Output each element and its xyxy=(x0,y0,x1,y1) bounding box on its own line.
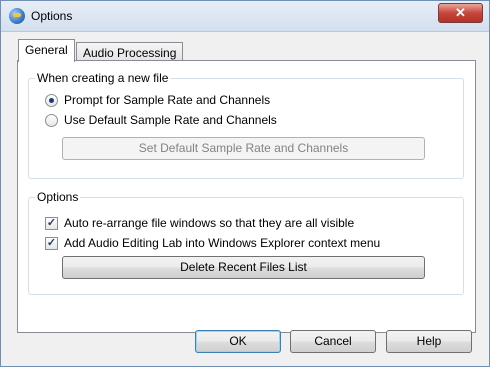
new-file-group: When creating a new file Prompt for Samp… xyxy=(28,71,464,179)
new-file-group-label: When creating a new file xyxy=(35,71,171,85)
options-dialog: Options ✕ General Audio Processing When … xyxy=(0,0,490,367)
dialog-body: General Audio Processing When creating a… xyxy=(9,31,481,358)
options-group-label: Options xyxy=(35,190,81,204)
general-tab-panel: When creating a new file Prompt for Samp… xyxy=(17,60,476,333)
tab-general[interactable]: General xyxy=(18,39,75,62)
check-auto-rearrange-label: Auto re-arrange file windows so that the… xyxy=(64,216,355,230)
radio-prompt-label: Prompt for Sample Rate and Channels xyxy=(64,93,271,107)
window-title: Options xyxy=(31,9,73,23)
check-explorer-context-menu[interactable]: ✓ Add Audio Editing Lab into Windows Exp… xyxy=(45,236,380,250)
title-bar[interactable]: Options ✕ xyxy=(1,1,489,32)
radio-prompt-sample-rate[interactable]: Prompt for Sample Rate and Channels xyxy=(45,93,270,107)
radio-use-default-sample-rate[interactable]: Use Default Sample Rate and Channels xyxy=(45,113,277,127)
set-default-sample-rate-button[interactable]: Set Default Sample Rate and Channels xyxy=(62,137,425,160)
help-button[interactable]: Help xyxy=(386,330,472,353)
ok-button[interactable]: OK xyxy=(195,330,281,353)
options-group: Options ✓ Auto re-arrange file windows s… xyxy=(28,190,464,295)
checkbox-auto-rearrange[interactable]: ✓ xyxy=(45,216,58,230)
app-icon xyxy=(9,8,25,24)
radio-unselected-indicator[interactable] xyxy=(45,113,58,127)
checkbox-explorer-context-menu[interactable]: ✓ xyxy=(45,236,58,250)
close-button[interactable]: ✕ xyxy=(438,3,483,23)
radio-selected-indicator[interactable] xyxy=(45,93,58,107)
check-auto-rearrange[interactable]: ✓ Auto re-arrange file windows so that t… xyxy=(45,216,354,230)
radio-use-default-label: Use Default Sample Rate and Channels xyxy=(64,113,277,127)
cancel-button[interactable]: Cancel xyxy=(290,330,376,353)
delete-recent-files-button[interactable]: Delete Recent Files List xyxy=(62,256,425,279)
check-explorer-context-menu-label: Add Audio Editing Lab into Windows Explo… xyxy=(64,236,381,250)
